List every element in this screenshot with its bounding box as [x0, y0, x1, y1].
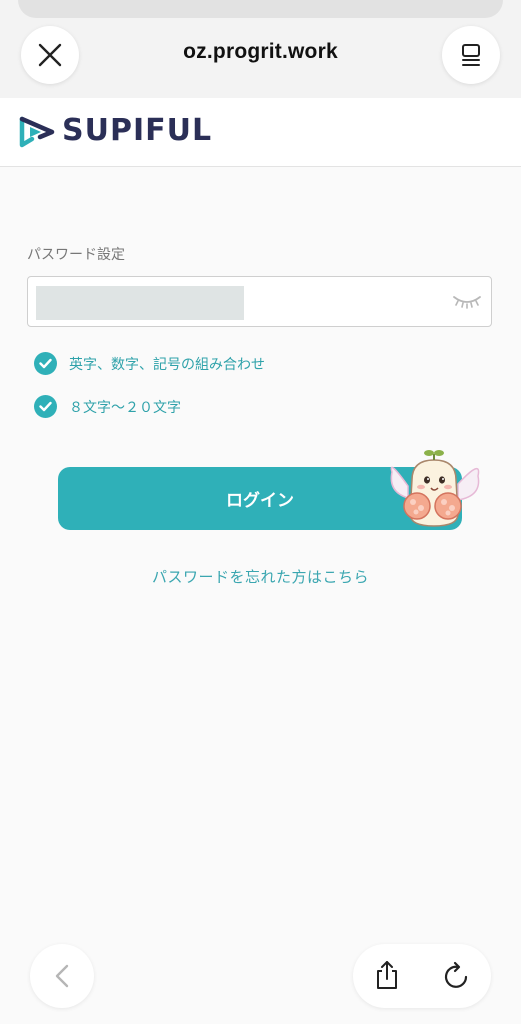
browser-top-bar: oz.progrit.work — [0, 0, 521, 98]
chevron-left-icon — [55, 964, 69, 988]
site-header: SUPIFUL — [0, 98, 521, 167]
page-menu-button[interactable] — [442, 26, 500, 84]
back-button[interactable] — [30, 944, 94, 1008]
password-field[interactable] — [27, 276, 492, 327]
play-logo-icon[interactable] — [19, 116, 57, 148]
password-label: パスワード設定 — [27, 247, 125, 263]
requirement-text: 英字、数字、記号の組み合わせ — [69, 356, 265, 373]
share-icon[interactable] — [373, 960, 401, 990]
requirement-length: ８文字〜２０文字 — [34, 395, 181, 418]
forgot-password-link[interactable]: パスワードを忘れた方はこちら — [0, 566, 521, 587]
bottom-actions — [353, 944, 491, 1008]
app-root: oz.progrit.work SUPIFUL パスワード設定 英字、数字、記号… — [0, 0, 521, 1024]
logo-text[interactable]: SUPIFUL — [62, 113, 212, 148]
mascot-fairy-icon — [390, 450, 480, 527]
requirement-combination: 英字、数字、記号の組み合わせ — [34, 352, 265, 375]
requirement-text: ８文字〜２０文字 — [69, 399, 181, 416]
check-circle-icon — [34, 352, 57, 375]
status-area — [18, 0, 503, 18]
reload-icon[interactable] — [442, 961, 472, 991]
eye-closed-icon[interactable] — [452, 293, 482, 311]
password-input[interactable] — [36, 286, 244, 320]
check-circle-icon — [34, 395, 57, 418]
page-menu-icon — [462, 44, 480, 66]
